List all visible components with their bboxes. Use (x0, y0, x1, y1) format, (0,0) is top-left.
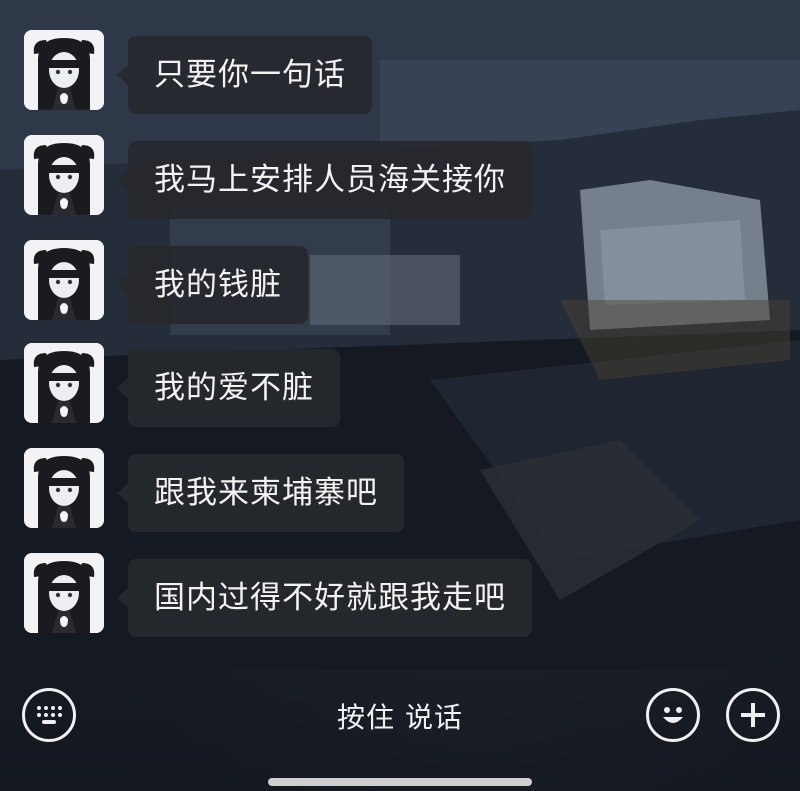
emoji-button[interactable] (646, 688, 700, 742)
message-row: 我马上安排人员海关接你 (24, 135, 532, 219)
anime-girl-avatar-icon (24, 343, 104, 423)
emoji-icon (663, 707, 683, 723)
message-bubble[interactable]: 我马上安排人员海关接你 (128, 141, 532, 219)
anime-girl-avatar-icon (24, 448, 104, 528)
anime-girl-avatar-icon (24, 30, 104, 110)
message-row: 我的钱脏 (24, 240, 308, 324)
message-row: 跟我来柬埔寨吧 (24, 448, 404, 532)
message-row: 国内过得不好就跟我走吧 (24, 553, 532, 637)
anime-girl-avatar-icon (24, 240, 104, 320)
avatar[interactable] (24, 240, 104, 320)
keyboard-button[interactable] (22, 688, 76, 742)
message-bubble[interactable]: 只要你一句话 (128, 36, 372, 114)
anime-girl-avatar-icon (24, 135, 104, 215)
message-bubble[interactable]: 国内过得不好就跟我走吧 (128, 559, 532, 637)
keyboard-icon (37, 706, 62, 724)
hold-to-talk-button[interactable]: 按住 说话 (240, 688, 560, 748)
message-row: 我的爱不脏 (24, 343, 340, 427)
avatar[interactable] (24, 448, 104, 528)
message-list[interactable]: 只要你一句话 我马上安排人员海关接你 我的钱脏 我的爱不脏 跟我来柬埔寨吧 国内… (0, 0, 800, 670)
plus-icon (741, 703, 765, 727)
plus-button[interactable] (726, 688, 780, 742)
message-row: 只要你一句话 (24, 30, 372, 114)
avatar[interactable] (24, 553, 104, 633)
avatar[interactable] (24, 30, 104, 110)
anime-girl-avatar-icon (24, 553, 104, 633)
message-bubble[interactable]: 我的钱脏 (128, 246, 308, 324)
message-bubble[interactable]: 我的爱不脏 (128, 349, 340, 427)
avatar[interactable] (24, 343, 104, 423)
message-bubble[interactable]: 跟我来柬埔寨吧 (128, 454, 404, 532)
input-bar: 按住 说话 (0, 670, 800, 791)
avatar[interactable] (24, 135, 104, 215)
home-indicator[interactable] (268, 778, 532, 786)
